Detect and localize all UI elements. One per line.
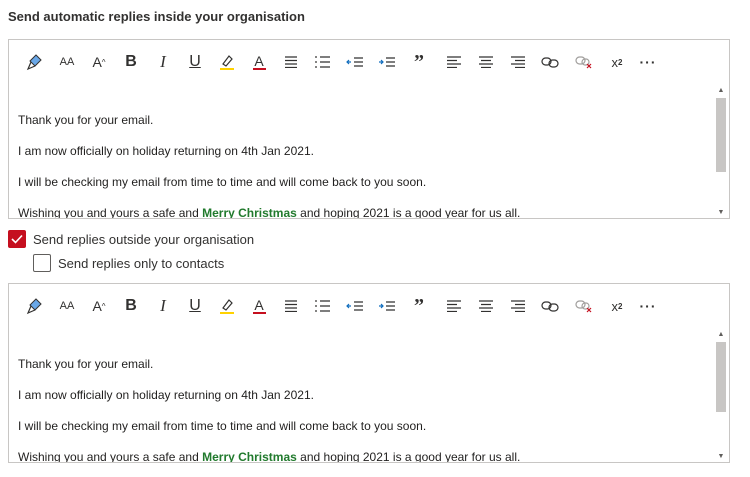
message-line: I am now officially on holiday returning… <box>18 388 314 402</box>
inside-reply-editor[interactable]: AA A ^ B I U A ” x 2 ··· Thank you for y… <box>8 39 730 219</box>
remove-link-icon[interactable] <box>573 51 595 73</box>
message-line: I will be checking my email from time to… <box>18 419 427 433</box>
align-center-icon[interactable] <box>475 51 497 73</box>
grow-font-glyph: A <box>92 54 102 70</box>
underline-icon[interactable]: U <box>184 51 206 73</box>
quote-icon[interactable]: ” <box>408 51 430 73</box>
scroll-thumb[interactable] <box>716 98 726 172</box>
decrease-indent-icon[interactable] <box>344 295 366 317</box>
contacts-only-label: Send replies only to contacts <box>58 255 225 271</box>
message-line: I am now officially on holiday returning… <box>18 144 314 158</box>
format-painter-icon[interactable] <box>24 295 46 317</box>
align-center-icon[interactable] <box>475 295 497 317</box>
message-body[interactable]: Thank you for your email. I am now offic… <box>9 328 713 462</box>
increase-indent-icon[interactable] <box>376 51 398 73</box>
increase-indent-icon[interactable] <box>376 295 398 317</box>
outside-replies-label: Send replies outside your organisation <box>33 231 255 247</box>
outside-replies-row[interactable]: Send replies outside your organisation <box>8 230 254 248</box>
numbered-list-icon[interactable] <box>312 51 334 73</box>
message-line: Wishing you and yours a safe and Merry C… <box>18 450 520 462</box>
grow-font-icon[interactable]: A ^ <box>88 295 110 317</box>
message-line: Thank you for your email. <box>18 357 154 371</box>
font-size-icon[interactable]: AA <box>56 295 78 317</box>
formatting-toolbar: AA A ^ B I U A ” x 2 ··· <box>9 284 729 328</box>
italic-icon[interactable]: I <box>152 295 174 317</box>
decrease-indent-icon[interactable] <box>344 51 366 73</box>
more-options-icon[interactable]: ··· <box>637 295 659 317</box>
contacts-only-checkbox[interactable] <box>33 254 51 272</box>
superscript-mark: 2 <box>618 301 623 311</box>
align-left-icon[interactable] <box>443 51 465 73</box>
link-icon[interactable] <box>539 295 561 317</box>
highlighter-icon[interactable] <box>216 51 238 73</box>
format-painter-icon[interactable] <box>24 51 46 73</box>
highlighted-text: Merry Christmas <box>202 206 297 218</box>
bold-icon[interactable]: B <box>120 51 142 73</box>
outside-reply-editor[interactable]: AA A ^ B I U A ” x 2 ··· Thank you for y… <box>8 283 730 463</box>
font-color-icon[interactable]: A <box>248 295 270 317</box>
scroll-up-icon[interactable]: ▲ <box>713 328 729 340</box>
grow-font-icon[interactable]: A ^ <box>88 51 110 73</box>
align-justify-icon[interactable] <box>280 51 302 73</box>
message-text: Wishing you and yours a safe and <box>18 450 203 462</box>
scroll-thumb[interactable] <box>716 342 726 412</box>
message-body[interactable]: Thank you for your email. I am now offic… <box>9 84 713 218</box>
superscript-icon[interactable]: x2 <box>606 51 628 73</box>
superscript-mark: 2 <box>618 57 623 67</box>
font-color-glyph: A <box>254 297 264 313</box>
more-options-icon[interactable]: ··· <box>637 51 659 73</box>
editor-scrollbar[interactable]: ▲ ▼ <box>713 84 729 218</box>
grow-font-glyph: A <box>92 298 102 314</box>
font-color-glyph: A <box>254 53 264 69</box>
align-right-icon[interactable] <box>507 51 529 73</box>
align-left-icon[interactable] <box>443 295 465 317</box>
message-line: Wishing you and yours a safe and Merry C… <box>18 206 520 218</box>
quote-icon[interactable]: ” <box>408 295 430 317</box>
formatting-toolbar: AA A ^ B I U A ” x 2 ··· <box>9 40 729 84</box>
message-line: Thank you for your email. <box>18 113 154 127</box>
bold-icon[interactable]: B <box>120 295 142 317</box>
scroll-down-icon[interactable]: ▼ <box>713 450 729 462</box>
italic-icon[interactable]: I <box>152 51 174 73</box>
font-size-icon[interactable]: AA <box>56 51 78 73</box>
checkmark-icon <box>11 234 23 244</box>
highlighted-text: Merry Christmas <box>202 450 297 462</box>
highlighter-icon[interactable] <box>216 295 238 317</box>
font-color-icon[interactable]: A <box>248 51 270 73</box>
editor-scrollbar[interactable]: ▲ ▼ <box>713 328 729 462</box>
contacts-only-row[interactable]: Send replies only to contacts <box>33 254 224 272</box>
align-justify-icon[interactable] <box>280 295 302 317</box>
link-icon[interactable] <box>539 51 561 73</box>
scroll-down-icon[interactable]: ▼ <box>713 206 729 218</box>
inside-section-title: Send automatic replies inside your organ… <box>8 9 305 24</box>
message-text: and hoping 2021 is a good year for us al… <box>296 206 521 218</box>
underline-icon[interactable]: U <box>184 295 206 317</box>
outside-replies-checkbox[interactable] <box>8 230 26 248</box>
numbered-list-icon[interactable] <box>312 295 334 317</box>
message-text: and hoping 2021 is a good year for us al… <box>296 450 521 462</box>
message-line: I will be checking my email from time to… <box>18 175 427 189</box>
superscript-icon[interactable]: x2 <box>606 295 628 317</box>
scroll-up-icon[interactable]: ▲ <box>713 84 729 96</box>
message-text: Wishing you and yours a safe and <box>18 206 203 218</box>
remove-link-icon[interactable] <box>573 295 595 317</box>
align-right-icon[interactable] <box>507 295 529 317</box>
